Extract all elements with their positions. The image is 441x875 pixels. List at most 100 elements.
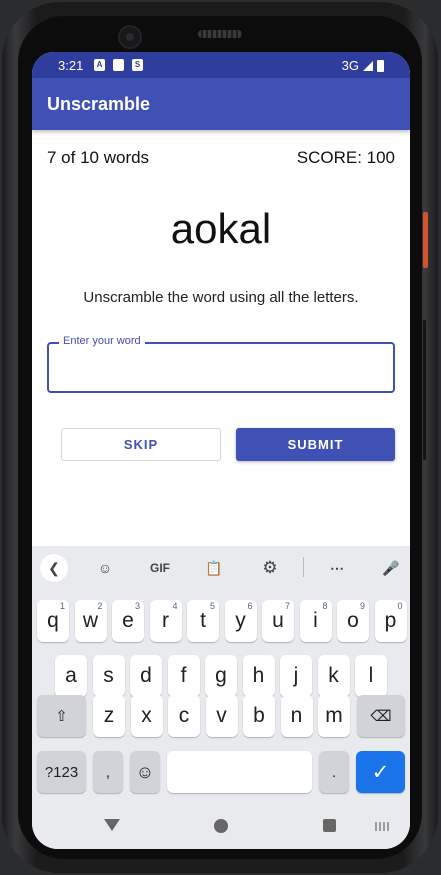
letter-key[interactable]: o9 xyxy=(337,600,369,642)
key-label: o xyxy=(347,609,359,632)
status-right: 3G xyxy=(342,58,384,73)
letter-key[interactable]: w2 xyxy=(74,600,107,642)
letter-key[interactable]: s xyxy=(92,655,125,697)
key-number-hint: 0 xyxy=(397,601,403,611)
sd-card-icon xyxy=(113,59,124,71)
letter-key[interactable]: d xyxy=(130,655,162,697)
key-label: y xyxy=(235,609,246,632)
instructions: Unscramble the word using all the letter… xyxy=(83,289,359,306)
letter-key[interactable]: g xyxy=(205,655,237,697)
key-number-hint: 7 xyxy=(284,601,290,611)
skip-button[interactable]: SKIP xyxy=(61,428,221,461)
letter-key[interactable]: r4 xyxy=(149,600,182,642)
key-label: k xyxy=(328,664,339,687)
letter-key[interactable]: m xyxy=(318,695,350,737)
toolbar-divider xyxy=(303,557,304,577)
letter-key[interactable]: k xyxy=(317,655,350,697)
gear-icon[interactable]: ⚙ xyxy=(260,558,280,578)
word-count: 7 of 10 words xyxy=(47,148,150,167)
power-button xyxy=(423,212,428,268)
scrambled-word: aokal xyxy=(170,205,272,252)
key-label: b xyxy=(253,704,265,727)
backspace-key[interactable]: ⌫ xyxy=(357,695,405,737)
app-title: Unscramble xyxy=(47,94,151,114)
key-label: u xyxy=(272,609,284,632)
comma-key[interactable]: , xyxy=(93,751,123,793)
letter-key[interactable]: n xyxy=(280,695,313,737)
more-icon[interactable]: ⋯ xyxy=(327,558,347,578)
network-type: 3G xyxy=(341,58,359,73)
key-label: e xyxy=(122,609,134,632)
key-label: z xyxy=(103,704,115,727)
key-label: p xyxy=(384,609,397,632)
earpiece-speaker xyxy=(198,30,242,38)
key-label: r xyxy=(162,609,169,632)
key-label: a xyxy=(65,664,77,687)
checkmark-icon[interactable]: ✓ xyxy=(356,751,405,793)
key-label: j xyxy=(293,664,299,687)
key-number-hint: 4 xyxy=(172,601,178,611)
key-label: w xyxy=(82,609,99,632)
letter-key[interactable]: e3 xyxy=(112,600,144,642)
space-key[interactable] xyxy=(167,751,312,793)
status-time: 3:21 xyxy=(58,58,84,73)
letter-key[interactable]: b xyxy=(243,695,275,737)
clipboard-icon[interactable]: 📋 xyxy=(204,558,224,578)
key-label: q xyxy=(47,609,59,632)
notification-a-icon: A xyxy=(94,59,105,71)
letter-key[interactable]: y6 xyxy=(224,600,257,642)
battery-icon xyxy=(377,59,384,72)
key-label: c xyxy=(178,704,190,727)
key-label: d xyxy=(140,664,152,687)
key-number-hint: 6 xyxy=(247,601,253,611)
sticker-icon[interactable]: ☺ xyxy=(95,558,115,578)
gif-button[interactable]: GIF xyxy=(147,558,173,578)
letter-key[interactable]: t5 xyxy=(187,600,219,642)
key-number-hint: 5 xyxy=(209,601,215,611)
letter-key[interactable]: l xyxy=(355,655,387,697)
symbols-key[interactable]: ?123 xyxy=(37,751,86,793)
navigation-bar xyxy=(32,798,410,849)
letter-key[interactable]: q1 xyxy=(37,600,69,642)
letter-key[interactable]: u7 xyxy=(262,600,294,642)
key-label: f xyxy=(180,664,187,687)
letter-key[interactable]: i8 xyxy=(299,600,332,642)
nav-recents-icon[interactable] xyxy=(323,819,336,832)
key-label: h xyxy=(252,664,265,687)
letter-key[interactable]: z xyxy=(93,695,125,737)
key-number-hint: 9 xyxy=(359,601,365,611)
chevron-left-icon[interactable]: ❮ xyxy=(40,554,68,582)
nav-home-icon[interactable] xyxy=(214,819,228,833)
key-number-hint: 3 xyxy=(134,601,140,611)
letter-key[interactable]: v xyxy=(205,695,238,737)
letter-key[interactable]: p0 xyxy=(374,600,407,642)
key-label: l xyxy=(368,664,374,687)
word-input-label: Enter your word xyxy=(59,335,145,347)
shift-key[interactable]: ⇧ xyxy=(37,695,86,737)
submit-button[interactable]: SUBMIT xyxy=(236,428,395,461)
letter-key[interactable]: a xyxy=(55,655,87,697)
letter-key[interactable]: x xyxy=(130,695,163,737)
letter-key[interactable]: f xyxy=(167,655,200,697)
nav-back-icon[interactable] xyxy=(104,819,120,831)
key-label: g xyxy=(215,664,227,687)
word-input-field[interactable]: Enter your word xyxy=(47,335,395,393)
key-label: x xyxy=(141,704,152,727)
sync-icon: S xyxy=(132,59,143,71)
letter-key[interactable]: c xyxy=(168,695,200,737)
period-key[interactable]: . xyxy=(319,751,349,793)
emoji-key[interactable]: ☺ xyxy=(130,751,160,793)
volume-button xyxy=(423,320,426,460)
soft-keyboard: ❮ ☺ GIF 📋 ⚙ ⋯ 🎤 q1w2e3r4t5y6u7i8o9p0 asd… xyxy=(32,546,410,849)
letter-key[interactable]: j xyxy=(280,655,312,697)
keyboard-switch-icon[interactable] xyxy=(375,822,389,831)
screen: 3:21 A S 3G Unscramble 7 of 10 words SCO… xyxy=(32,52,410,849)
key-label: m xyxy=(325,704,343,727)
key-number-hint: 2 xyxy=(97,601,103,611)
microphone-icon[interactable]: 🎤 xyxy=(381,558,401,578)
key-label: i xyxy=(313,609,318,632)
notification-icons: A S xyxy=(94,59,143,71)
letter-key[interactable]: h xyxy=(242,655,275,697)
app-bar: Unscramble xyxy=(32,78,410,130)
key-label: t xyxy=(200,609,206,632)
